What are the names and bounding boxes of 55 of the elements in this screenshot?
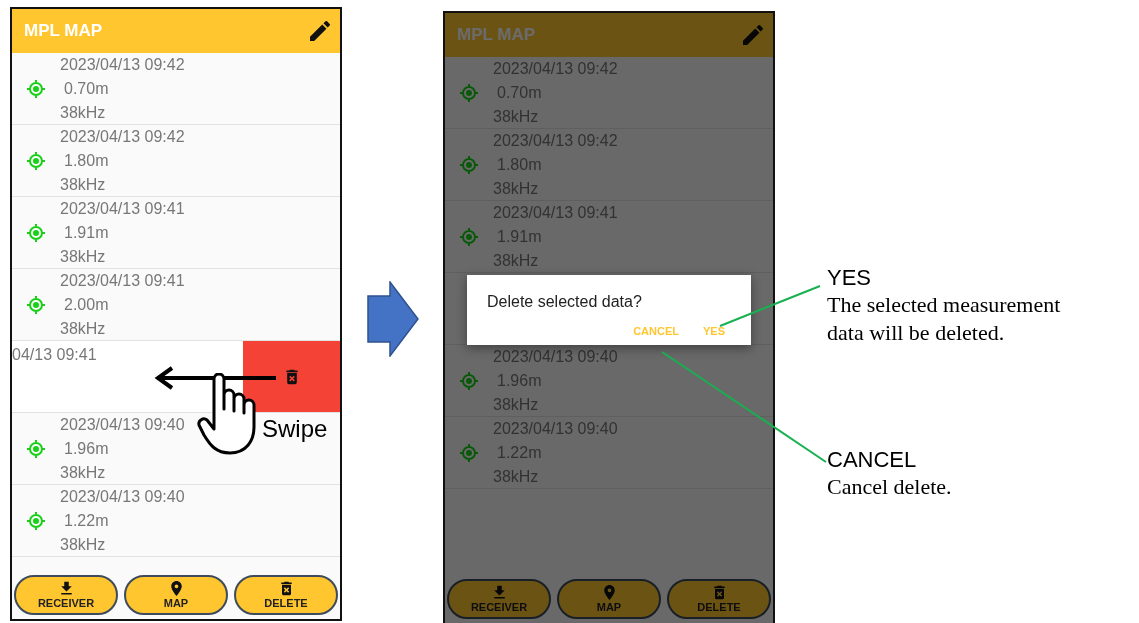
record-frequency: 38kHz (60, 534, 107, 555)
record-depth: 2.00m (63, 294, 110, 315)
callout-text: The selected measurement data will be deleted. (827, 291, 1062, 347)
record-date: 2023/04/13 09:40 (60, 414, 185, 435)
dialog-message: Delete selected data? (487, 293, 642, 311)
callout-title: CANCEL (827, 447, 917, 473)
record-date: 2023/04/13 09:42 (60, 54, 185, 75)
record-depth: 1.22m (63, 510, 110, 531)
location-target-icon (26, 294, 46, 315)
record-frequency: 38kHz (60, 318, 107, 339)
location-target-icon (26, 222, 46, 243)
record-frequency: 38kHz (60, 462, 107, 483)
map-pin-icon (601, 585, 617, 600)
record-depth: 1.91m (63, 222, 110, 243)
location-target-icon (26, 510, 46, 531)
location-target-icon (459, 370, 479, 391)
app-title: MPL MAP (24, 21, 103, 41)
record-date: 2023/04/13 09:40 (60, 486, 185, 507)
record-depth: 1.80m (63, 150, 110, 171)
trash-icon (711, 585, 727, 600)
toolbar-button[interactable]: MAP (124, 575, 228, 615)
toolbar-button[interactable]: DELETE (234, 575, 338, 615)
toolbar-button[interactable]: RECEIVER (447, 579, 551, 619)
dialog-button[interactable]: CANCEL (633, 325, 679, 337)
trash-icon (283, 368, 300, 385)
callout-text: Cancel delete. (827, 473, 953, 501)
swipe-label: Swipe (262, 415, 328, 443)
location-target-icon (459, 154, 479, 175)
map-pin-icon (168, 581, 184, 596)
location-target-icon (26, 438, 46, 459)
toolbar-button[interactable]: MAP (557, 579, 661, 619)
location-target-icon (26, 78, 46, 99)
download-icon (58, 581, 74, 596)
record-date: 2023/04/13 09:41 (60, 198, 185, 219)
record-frequency: 38kHz (60, 246, 107, 267)
record-date: 2023/04/13 09:42 (60, 126, 185, 147)
record-frequency: 38kHz (60, 174, 107, 195)
trash-icon (278, 581, 294, 596)
record-depth: 1.96m (63, 438, 110, 459)
delete-action[interactable] (243, 341, 340, 412)
location-target-icon (459, 82, 479, 103)
callout-title: YES (827, 265, 872, 291)
record-frequency: 38kHz (60, 102, 107, 123)
download-icon (491, 585, 507, 600)
dialog-button[interactable]: YES (703, 325, 725, 337)
app-title: MPL MAP (457, 25, 536, 45)
toolbar-button[interactable]: RECEIVER (14, 575, 118, 615)
location-target-icon (459, 226, 479, 247)
location-target-icon (459, 442, 479, 463)
record-depth: 0.70m (63, 78, 110, 99)
toolbar-button[interactable]: DELETE (667, 579, 771, 619)
pencil-icon[interactable] (310, 21, 330, 41)
record-date: 04/13 09:41 (12, 345, 97, 365)
location-target-icon (26, 150, 46, 171)
record-date: 2023/04/13 09:41 (60, 270, 185, 291)
